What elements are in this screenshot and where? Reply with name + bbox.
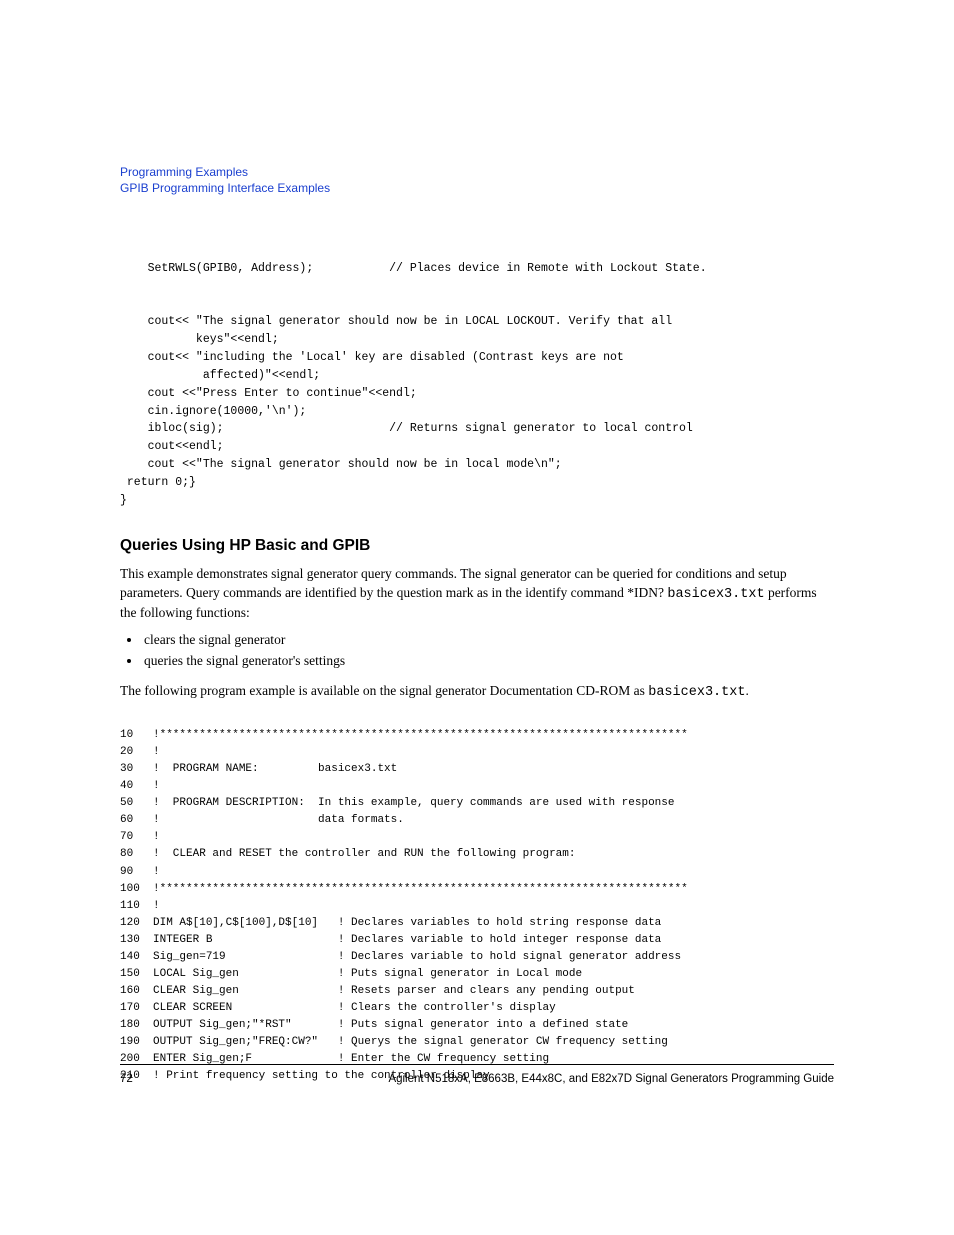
listing-line: 70 ! [120, 831, 160, 843]
page-number: 72 [120, 1073, 133, 1085]
listing-line: 30 ! PROGRAM NAME: basicex3.txt [120, 763, 397, 775]
section-body: This example demonstrates signal generat… [120, 565, 834, 702]
listing-line: 120 DIM A$[10],C$[100],D$[10] ! Declares… [120, 917, 661, 929]
listing-line: 140 Sig_gen=719 ! Declares variable to h… [120, 951, 681, 963]
header-line-2: GPIB Programming Interface Examples [120, 181, 834, 197]
listing-line: 10 !************************************… [120, 729, 688, 741]
listing-line: 160 CLEAR Sig_gen ! Resets parser and cl… [120, 985, 635, 997]
bullet-2: queries the signal generator's settings [142, 651, 834, 672]
cpp-code-block: SetRWLS(GPIB0, Address); // Places devic… [120, 242, 834, 509]
document-page: Programming Examples GPIB Programming In… [0, 0, 954, 1235]
footer-title: Agilent N518xA, E8663B, E44x8C, and E82x… [388, 1073, 834, 1085]
listing-line: 190 OUTPUT Sig_gen;"FREQ:CW?" ! Querys t… [120, 1036, 668, 1048]
bullet-list: clears the signal generator queries the … [120, 630, 834, 672]
section-heading: Queries Using HP Basic and GPIB [120, 537, 834, 555]
code-line: } [120, 494, 127, 507]
page-footer: 72 Agilent N518xA, E8663B, E44x8C, and E… [120, 1064, 834, 1085]
listing-line: 100 !***********************************… [120, 883, 688, 895]
code-line: cout<< "The signal generator should now … [120, 315, 672, 328]
header-line-1: Programming Examples [120, 165, 834, 181]
basic-listing: 10 !************************************… [120, 710, 834, 1085]
paragraph-2: The following program example is availab… [120, 682, 834, 702]
listing-line: 130 INTEGER B ! Declares variable to hol… [120, 934, 661, 946]
code-line: return 0;} [120, 476, 196, 489]
p1-code: basicex3.txt [667, 587, 764, 602]
paragraph-1: This example demonstrates signal generat… [120, 565, 834, 622]
code-line: cout <<"Press Enter to continue"<<endl; [120, 387, 417, 400]
bullet-1: clears the signal generator [142, 630, 834, 651]
listing-line: 150 LOCAL Sig_gen ! Puts signal generato… [120, 968, 582, 980]
p2-code: basicex3.txt [648, 685, 745, 700]
listing-line: 40 ! [120, 780, 160, 792]
code-line: keys"<<endl; [120, 333, 279, 346]
running-header: Programming Examples GPIB Programming In… [120, 165, 834, 196]
code-line: cout<< "including the 'Local' key are di… [120, 351, 624, 364]
p2-a: The following program example is availab… [120, 683, 648, 698]
p2-c: . [745, 683, 748, 698]
code-line: cin.ignore(10000,'\n'); [120, 405, 306, 418]
listing-line: 170 CLEAR SCREEN ! Clears the controller… [120, 1002, 556, 1014]
listing-line: 60 ! data formats. [120, 814, 404, 826]
code-line: ibloc(sig); // Returns signal generator … [120, 422, 693, 435]
listing-line: 20 ! [120, 746, 160, 758]
listing-line: 110 ! [120, 900, 160, 912]
listing-line: 90 ! [120, 866, 160, 878]
code-line: SetRWLS(GPIB0, Address); // Places devic… [120, 262, 707, 275]
listing-line: 50 ! PROGRAM DESCRIPTION: In this exampl… [120, 797, 675, 809]
code-line: affected)"<<endl; [120, 369, 320, 382]
code-line: cout<<endl; [120, 440, 224, 453]
code-line: cout <<"The signal generator should now … [120, 458, 562, 471]
listing-line: 180 OUTPUT Sig_gen;"*RST" ! Puts signal … [120, 1019, 628, 1031]
listing-line: 80 ! CLEAR and RESET the controller and … [120, 848, 575, 860]
